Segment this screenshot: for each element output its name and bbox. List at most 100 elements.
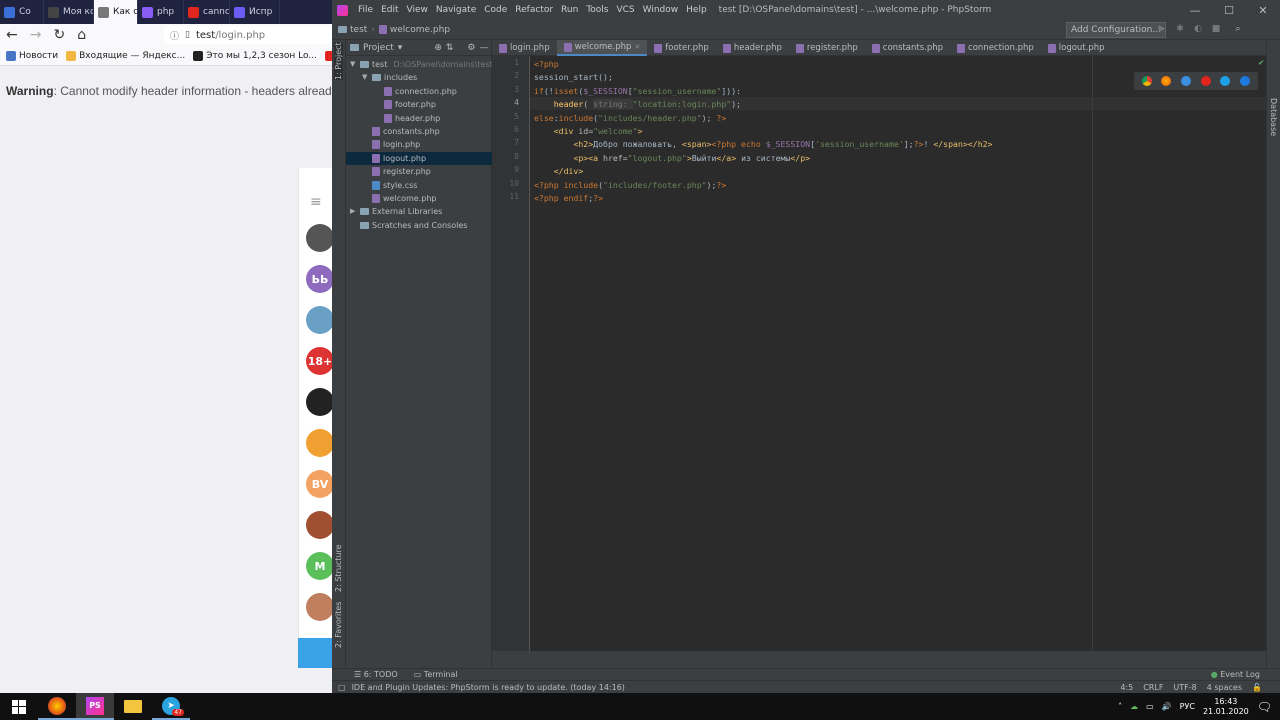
- file-explorer-icon[interactable]: [114, 693, 152, 720]
- notifications-icon[interactable]: 🗨: [1257, 700, 1272, 714]
- indent-setting[interactable]: 4 spaces: [1207, 683, 1242, 692]
- avatar-8[interactable]: [306, 511, 334, 539]
- bookmark-item[interactable]: Вакансия Ju: [324, 50, 332, 61]
- browser-tab[interactable]: Испр: [230, 0, 280, 24]
- internet-explorer-icon[interactable]: [1220, 76, 1231, 86]
- menu-window[interactable]: Window: [639, 5, 683, 15]
- browser-tab[interactable]: cannc: [184, 0, 230, 24]
- avatar-4[interactable]: 18+: [306, 347, 334, 375]
- status-message[interactable]: IDE and Plugin Updates: PhpStorm is read…: [352, 683, 625, 692]
- bookmark-item[interactable]: Входящие — Яндекс...: [66, 50, 185, 61]
- hide-panel-icon[interactable]: —: [480, 43, 489, 53]
- search-everywhere-icon[interactable]: ⌕: [1232, 24, 1244, 36]
- expand-arrow-icon[interactable]: ▶: [350, 205, 357, 218]
- tree-item[interactable]: register.php: [346, 165, 431, 178]
- avatar-6[interactable]: [306, 429, 334, 457]
- gear-icon[interactable]: ⚙: [467, 43, 475, 53]
- firefox-icon[interactable]: [1161, 76, 1172, 86]
- clock[interactable]: 16:43 21.01.2020: [1203, 697, 1249, 717]
- tree-item[interactable]: Scratches and Consoles: [346, 219, 467, 232]
- tree-item[interactable]: ▼ test D:\OSPanel\domains\test: [346, 58, 493, 71]
- tree-item[interactable]: welcome.php: [346, 192, 436, 205]
- browser-tab[interactable]: Моя корз: [44, 0, 94, 24]
- language-indicator[interactable]: РУС: [1180, 702, 1195, 711]
- layout-icon[interactable]: ▢: [338, 683, 346, 692]
- opera-icon[interactable]: [1200, 76, 1211, 86]
- file-encoding[interactable]: UTF-8: [1173, 683, 1196, 692]
- menu-tools[interactable]: Tools: [582, 5, 612, 15]
- database-tool-button[interactable]: Database: [1269, 98, 1278, 136]
- expand-arrow-icon[interactable]: ▼: [350, 58, 357, 71]
- menu-vcs[interactable]: VCS: [612, 5, 638, 15]
- avatar-2[interactable]: ЬЬ: [306, 265, 334, 293]
- project-tool-button[interactable]: 1: Project: [334, 42, 343, 80]
- tree-item[interactable]: ▼ includes: [346, 71, 417, 84]
- browser-tab[interactable]: Со: [0, 0, 44, 24]
- editor-tab[interactable]: connection.php: [950, 40, 1041, 56]
- home-icon[interactable]: ⌂: [77, 27, 86, 43]
- collapse-all-icon[interactable]: ⇅: [446, 43, 454, 53]
- chrome-icon[interactable]: [1141, 76, 1152, 86]
- menu-view[interactable]: View: [403, 5, 432, 15]
- tree-item[interactable]: header.php: [346, 112, 440, 125]
- windows-start-icon[interactable]: [0, 693, 38, 720]
- run-icon[interactable]: ▶: [1156, 24, 1168, 36]
- chevron-down-icon[interactable]: ▾: [398, 43, 403, 53]
- reload-icon[interactable]: ↻: [53, 27, 65, 43]
- phpstorm-taskbar-icon[interactable]: PS: [76, 693, 114, 720]
- editor-tab[interactable]: login.php: [492, 40, 557, 56]
- terminal-tool-button[interactable]: ▭ Terminal: [414, 670, 458, 679]
- telegram-taskbar-icon[interactable]: ➤ 47: [152, 693, 190, 720]
- volume-icon[interactable]: 🔊: [1162, 702, 1172, 711]
- avatar-5[interactable]: [306, 388, 334, 416]
- favorites-tool-button[interactable]: 2: Favorites: [334, 602, 343, 648]
- editor-tab[interactable]: logout.php: [1041, 40, 1112, 56]
- menu-navigate[interactable]: Navigate: [432, 5, 480, 15]
- avatar-m[interactable]: M: [306, 552, 334, 580]
- editor-tab[interactable]: register.php: [789, 40, 865, 56]
- tree-item[interactable]: footer.php: [346, 98, 436, 111]
- safari-icon[interactable]: [1181, 76, 1192, 86]
- avatar-1[interactable]: [306, 224, 334, 252]
- avatar-bv[interactable]: BV: [306, 470, 334, 498]
- browser-tab[interactable]: php: [138, 0, 184, 24]
- editor-tab[interactable]: header.php: [716, 40, 789, 56]
- menu-file[interactable]: File: [354, 5, 377, 15]
- menu-run[interactable]: Run: [557, 5, 582, 15]
- line-separator[interactable]: CRLF: [1143, 683, 1163, 692]
- tree-item[interactable]: login.php: [346, 138, 420, 151]
- editor-tab[interactable]: welcome.php ✕: [556, 40, 648, 56]
- debug-icon[interactable]: ✱: [1174, 24, 1186, 36]
- close-icon[interactable]: ✕: [1246, 0, 1280, 20]
- breadcrumb-file[interactable]: welcome.php: [378, 25, 450, 35]
- back-icon[interactable]: ←: [6, 27, 18, 43]
- todo-tool-button[interactable]: ☰ 6: TODO: [354, 670, 398, 679]
- menu-edit[interactable]: Edit: [377, 5, 402, 15]
- url-bar[interactable]: ⓘ ▯ test/login.php: [164, 26, 332, 44]
- inspection-ok-icon[interactable]: ✔: [1259, 58, 1264, 68]
- menu-code[interactable]: Code: [480, 5, 511, 15]
- coverage-icon[interactable]: ◐: [1192, 24, 1204, 36]
- tree-item[interactable]: constants.php: [346, 125, 440, 138]
- locate-icon[interactable]: ⊕: [434, 43, 442, 53]
- onedrive-icon[interactable]: ☁: [1130, 702, 1138, 711]
- bookmark-item[interactable]: Это мы 1,2,3 сезон Lo...: [193, 50, 317, 61]
- minimize-icon[interactable]: —: [1178, 0, 1212, 20]
- event-log-button[interactable]: ● Event Log: [1211, 670, 1260, 679]
- caret-position[interactable]: 4:5: [1120, 683, 1133, 692]
- stop-icon[interactable]: ■: [1210, 24, 1222, 36]
- tree-item[interactable]: connection.php: [346, 85, 457, 98]
- add-configuration-button[interactable]: Add Configuration...: [1066, 22, 1166, 38]
- project-view-selector[interactable]: Project: [363, 43, 394, 53]
- menu-refactor[interactable]: Refactor: [511, 5, 557, 15]
- lock-icon[interactable]: 🔓: [1252, 683, 1262, 692]
- avatar-10[interactable]: [306, 593, 334, 621]
- forward-icon[interactable]: →: [30, 27, 42, 43]
- tree-item[interactable]: logout.php: [346, 151, 492, 165]
- network-icon[interactable]: ▭: [1146, 702, 1154, 711]
- browser-tab[interactable]: Как с✕: [94, 0, 138, 24]
- info-icon[interactable]: ⓘ: [170, 29, 179, 42]
- tree-item[interactable]: ▶ External Libraries: [346, 205, 442, 218]
- editor-tab[interactable]: footer.php: [647, 40, 716, 56]
- maximize-icon[interactable]: ☐: [1212, 0, 1246, 20]
